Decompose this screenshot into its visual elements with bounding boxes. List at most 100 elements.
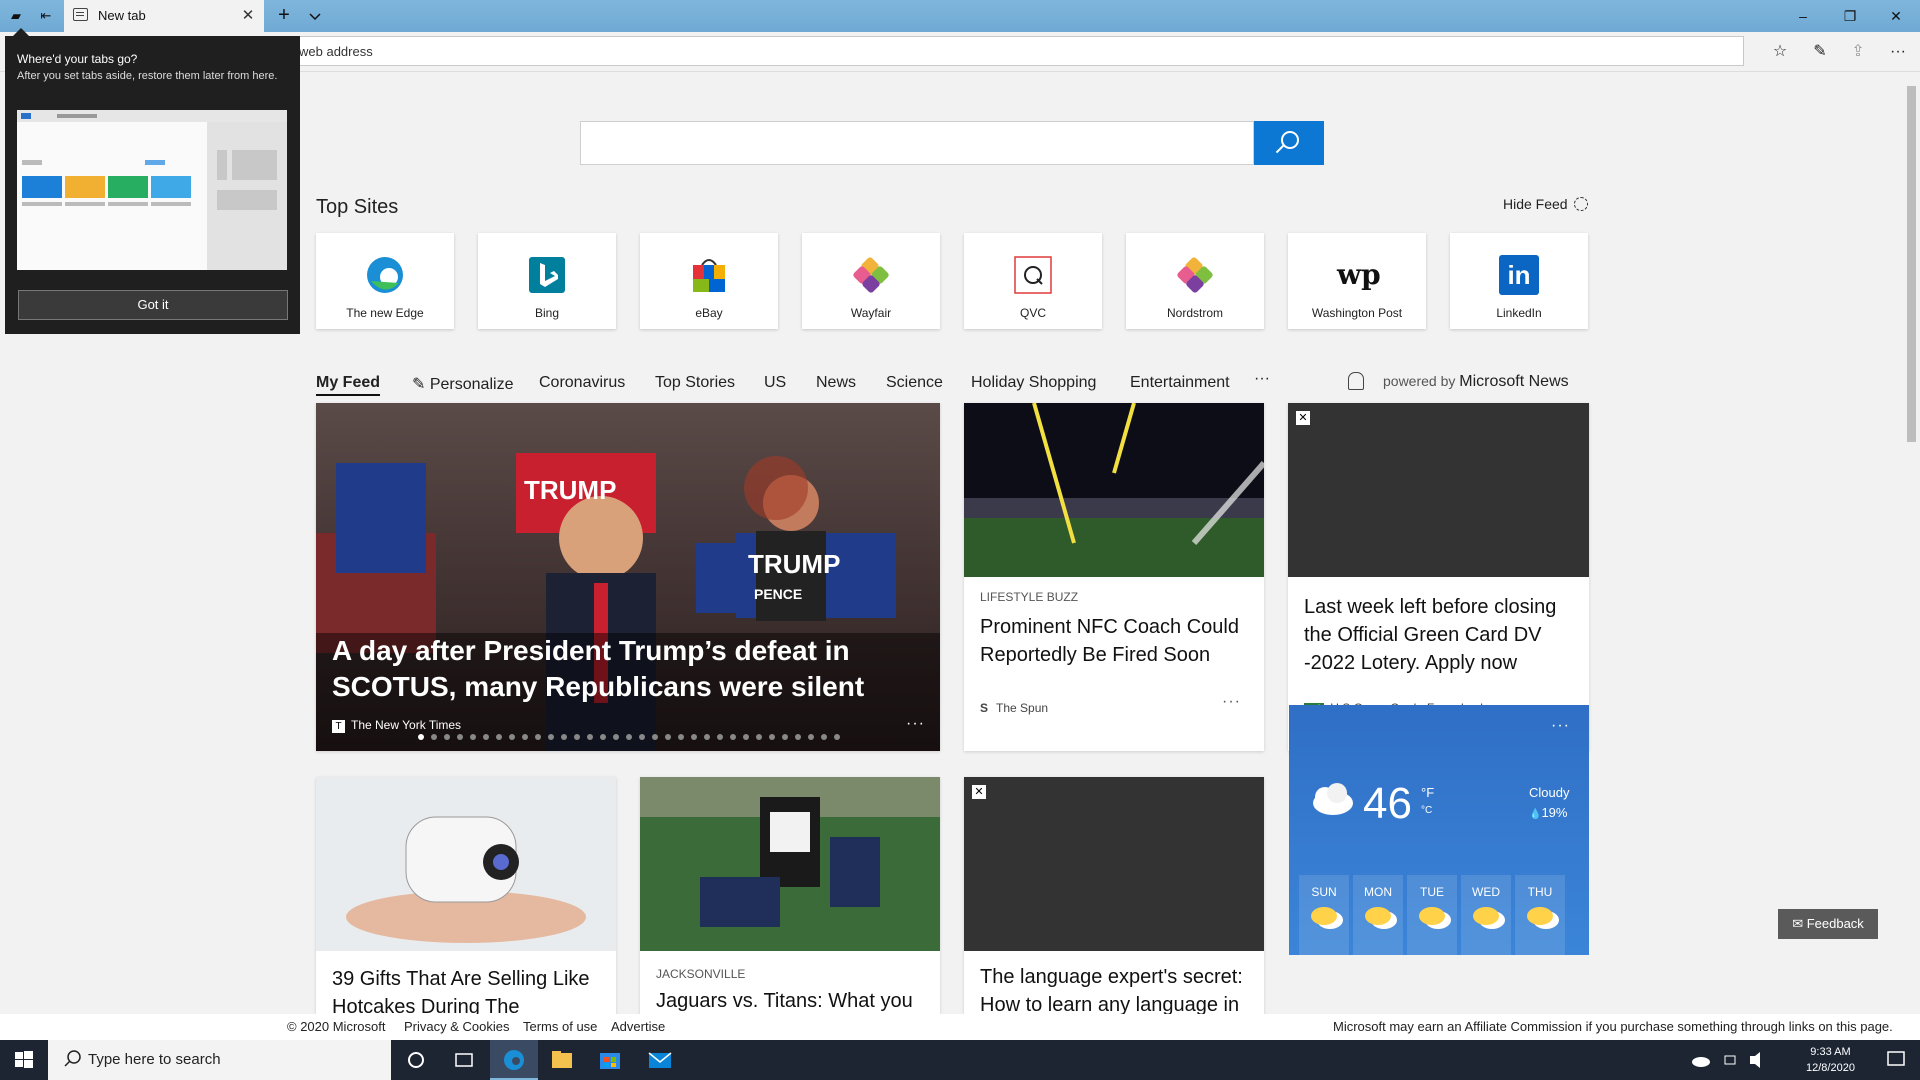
carousel-dot[interactable] — [587, 734, 593, 740]
search-button[interactable] — [1254, 121, 1324, 165]
tab-my-feed[interactable]: My Feed — [316, 374, 381, 396]
more-icon[interactable]: ··· — [1886, 40, 1910, 64]
system-tray-icons[interactable] — [1686, 1040, 1716, 1080]
share-icon[interactable]: ⇪ — [1846, 40, 1870, 64]
store-icon[interactable] — [586, 1040, 634, 1080]
carousel-dot[interactable] — [431, 734, 437, 740]
carousel-dot[interactable] — [730, 734, 736, 740]
top-site-tile[interactable]: QVC — [964, 233, 1102, 329]
cortana-icon[interactable] — [392, 1040, 440, 1080]
tab-science[interactable]: Science — [886, 374, 943, 392]
carousel-dot[interactable] — [769, 734, 775, 740]
weather-more-icon[interactable]: ··· — [1551, 717, 1570, 735]
close-ad-icon[interactable]: ✕ — [1296, 411, 1310, 425]
tab-us[interactable]: US — [764, 374, 786, 392]
search-box[interactable] — [580, 121, 1254, 165]
tab-news[interactable]: News — [816, 374, 856, 392]
carousel-dot[interactable] — [548, 734, 554, 740]
address-input[interactable] — [291, 37, 1743, 65]
feedback-button[interactable]: ✉ Feedback — [1778, 909, 1878, 939]
favorites-icon[interactable]: ☆ — [1768, 40, 1792, 64]
carousel-dot[interactable] — [574, 734, 580, 740]
unit-f-toggle[interactable]: °F — [1421, 785, 1434, 800]
address-bar[interactable] — [290, 36, 1744, 66]
weather-card[interactable]: ··· 46 °F °C Cloudy 💧19% SUN MON TUE WED THU — [1289, 705, 1589, 955]
carousel-dot[interactable] — [639, 734, 645, 740]
edge-taskbar-icon[interactable] — [490, 1040, 538, 1080]
card-headline[interactable]: Prominent NFC Coach Could Reportedly Be … — [980, 613, 1250, 669]
carousel-dot[interactable] — [808, 734, 814, 740]
top-site-tile[interactable]: in LinkedIn — [1450, 233, 1588, 329]
mail-icon[interactable] — [636, 1040, 684, 1080]
ad-card[interactable]: ✕ The language expert's secret: How to l… — [964, 777, 1264, 1014]
carousel-dot[interactable] — [834, 734, 840, 740]
forecast-day[interactable]: WED — [1461, 875, 1511, 955]
close-tab-icon[interactable]: ✕ — [238, 6, 258, 26]
carousel-dot[interactable] — [691, 734, 697, 740]
carousel-dot[interactable] — [418, 734, 424, 740]
carousel-dot[interactable] — [795, 734, 801, 740]
carousel-dot[interactable] — [600, 734, 606, 740]
file-explorer-icon[interactable] — [538, 1040, 586, 1080]
card-more-icon[interactable]: ··· — [1222, 693, 1241, 711]
top-site-tile[interactable]: Wayfair — [802, 233, 940, 329]
forecast-day[interactable]: SUN — [1299, 875, 1349, 955]
carousel-dot[interactable] — [652, 734, 658, 740]
close-ad-icon[interactable]: ✕ — [972, 785, 986, 799]
top-site-tile[interactable]: eBay — [640, 233, 778, 329]
tab-top-stories[interactable]: Top Stories — [655, 374, 735, 392]
carousel-dot[interactable] — [678, 734, 684, 740]
carousel-dot[interactable] — [717, 734, 723, 740]
web-note-icon[interactable]: ✎ — [1808, 40, 1832, 64]
tab-entertainment[interactable]: Entertainment — [1130, 374, 1230, 392]
news-card[interactable]: Jacksonville Jaguars vs. Titans: What yo… — [640, 777, 940, 1014]
carousel-dot[interactable] — [444, 734, 450, 740]
carousel-dot[interactable] — [509, 734, 515, 740]
top-site-tile[interactable]: Bing — [478, 233, 616, 329]
carousel-dot[interactable] — [626, 734, 632, 740]
carousel-dot[interactable] — [756, 734, 762, 740]
carousel-dot[interactable] — [457, 734, 463, 740]
task-view-icon[interactable] — [440, 1040, 488, 1080]
clock[interactable]: 9:33 AM 12/8/2020 — [1806, 1044, 1855, 1076]
carousel-dot[interactable] — [665, 734, 671, 740]
carousel-dot[interactable] — [535, 734, 541, 740]
carousel-dot[interactable] — [561, 734, 567, 740]
hide-feed-button[interactable]: Hide Feed — [1503, 196, 1588, 212]
carousel-dot[interactable] — [470, 734, 476, 740]
taskbar-search[interactable]: Type here to search — [48, 1040, 391, 1080]
set-tabs-aside-icon[interactable]: ⇤ — [36, 6, 56, 26]
carousel-dot[interactable] — [782, 734, 788, 740]
tab-preview-chevron-icon[interactable] — [303, 4, 327, 28]
minimize-icon[interactable]: – — [1780, 0, 1826, 32]
card-headline[interactable]: Jaguars vs. Titans: What you — [656, 987, 926, 1014]
ad-headline[interactable]: The language expert's secret: How to lea… — [980, 963, 1250, 1014]
news-card[interactable]: Lifestyle Buzz Prominent NFC Coach Could… — [964, 403, 1264, 751]
carousel-dot[interactable] — [821, 734, 827, 740]
got-it-button[interactable]: Got it — [18, 290, 288, 320]
forecast-day[interactable]: THU — [1515, 875, 1565, 955]
carousel-dot[interactable] — [483, 734, 489, 740]
news-card[interactable]: 39 Gifts That Are Selling Like Hotcakes … — [316, 777, 616, 1014]
bell-icon[interactable] — [1348, 372, 1364, 390]
more-tabs-button[interactable]: ··· — [1254, 370, 1270, 388]
card-headline[interactable]: 39 Gifts That Are Selling Like Hotcakes … — [332, 965, 602, 1014]
web-search-input[interactable] — [581, 122, 1253, 164]
top-site-tile[interactable]: The new Edge — [316, 233, 454, 329]
ad-headline[interactable]: Last week left before closing the Offici… — [1304, 593, 1574, 677]
top-site-tile[interactable]: Nordstrom — [1126, 233, 1264, 329]
tab-coronavirus[interactable]: Coronavirus — [539, 374, 625, 392]
close-window-icon[interactable]: ✕ — [1873, 0, 1919, 32]
tabs-aside-icon[interactable]: ▰ — [6, 6, 26, 26]
carousel-dot[interactable] — [704, 734, 710, 740]
hero-card[interactable]: TRUMP TRUMP PENCE A day after President … — [316, 403, 940, 751]
ad-card[interactable]: ✕ Last week left before closing the Offi… — [1288, 403, 1589, 751]
carousel-dot[interactable] — [613, 734, 619, 740]
windows-start-icon[interactable] — [0, 1040, 48, 1080]
new-tab-button[interactable]: + — [272, 4, 296, 28]
tab-new-tab[interactable]: New tab ✕ — [64, 0, 264, 32]
restore-icon[interactable]: ❐ — [1827, 0, 1873, 32]
terms-link[interactable]: Terms of use — [523, 1019, 597, 1034]
scrollbar-thumb[interactable] — [1907, 86, 1916, 442]
top-site-tile[interactable]: wp Washington Post — [1288, 233, 1426, 329]
